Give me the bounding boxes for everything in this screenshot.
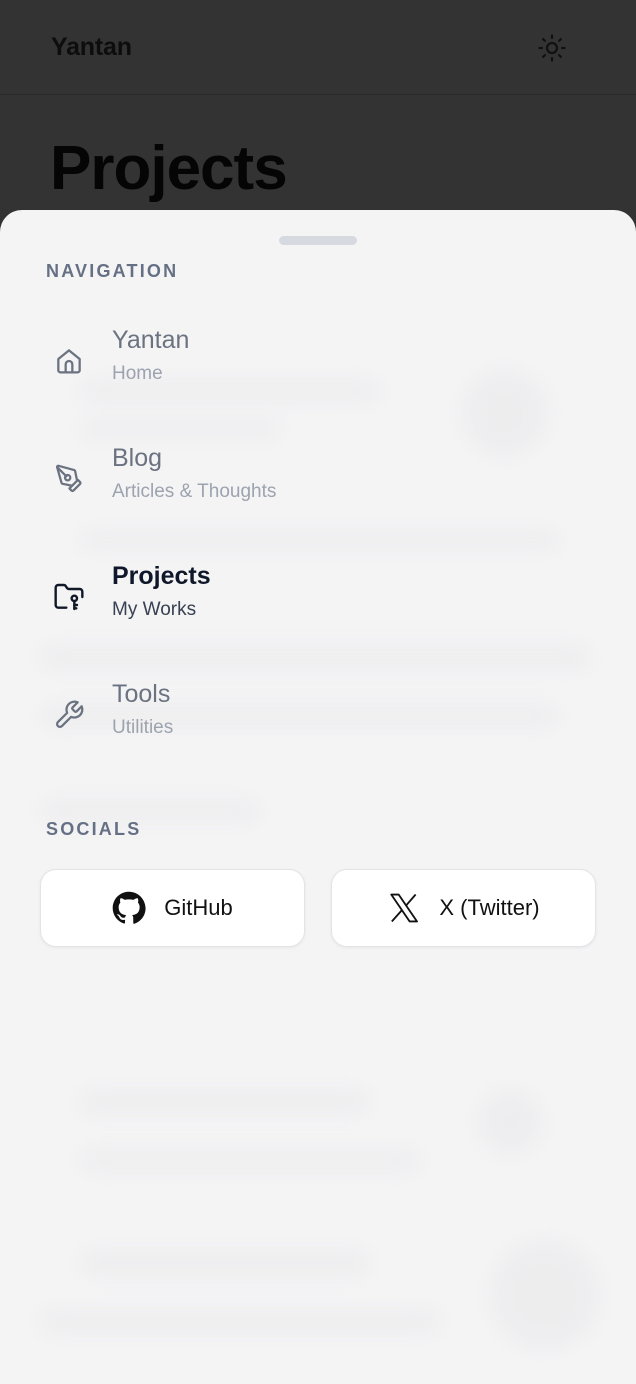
background-ghost — [80, 1150, 420, 1172]
page-title: Projects — [50, 134, 288, 203]
nav-item-home[interactable]: Yantan Home — [40, 320, 596, 404]
social-label: GitHub — [164, 895, 233, 920]
background-ghost — [80, 530, 560, 550]
nav-item-title: Yantan — [112, 326, 190, 354]
background-ghost — [490, 1240, 600, 1350]
nav-item-subtitle: Articles & Thoughts — [112, 481, 277, 502]
home-icon — [52, 344, 86, 378]
background-ghost — [40, 645, 590, 669]
navigation-sheet: NAVIGATION Yantan Home Blog Articles & T… — [0, 210, 636, 1384]
nav-item-subtitle: My Works — [112, 599, 197, 620]
nav-item-subtitle: Utilities — [112, 717, 174, 738]
top-bar: Yantan — [0, 0, 636, 95]
background-ghost — [80, 1090, 370, 1114]
folder-key-icon — [52, 580, 86, 614]
nav-item-blog[interactable]: Blog Articles & Thoughts — [40, 438, 596, 522]
social-label: X (Twitter) — [439, 895, 540, 920]
github-icon — [112, 891, 146, 924]
pen-tool-icon — [52, 462, 86, 496]
x-logo-icon — [390, 893, 419, 923]
sheet-drag-handle[interactable] — [279, 236, 357, 245]
nav-item-title: Projects — [112, 562, 211, 590]
navigation-section-label: NAVIGATION — [46, 261, 179, 281]
nav-item-projects[interactable]: Projects My Works — [40, 556, 596, 640]
background-ghost — [478, 1090, 542, 1154]
nav-item-title: Tools — [112, 680, 171, 708]
background-ghost — [80, 1250, 370, 1276]
site-brand[interactable]: Yantan — [51, 33, 132, 62]
sun-icon — [538, 34, 566, 62]
twitter-link-button[interactable]: X (Twitter) — [331, 869, 596, 947]
nav-item-tools[interactable]: Tools Utilities — [40, 674, 596, 758]
github-link-button[interactable]: GitHub — [40, 869, 305, 947]
page: Yantan Projects NAVIGATION Yantan Home B… — [0, 0, 636, 1384]
theme-toggle-button[interactable] — [535, 31, 569, 65]
wrench-icon — [52, 698, 86, 732]
background-ghost — [80, 420, 280, 438]
nav-item-subtitle: Home — [112, 363, 163, 384]
background-ghost — [40, 1310, 440, 1334]
socials-section-label: SOCIALS — [46, 819, 142, 839]
nav-item-title: Blog — [112, 444, 163, 472]
